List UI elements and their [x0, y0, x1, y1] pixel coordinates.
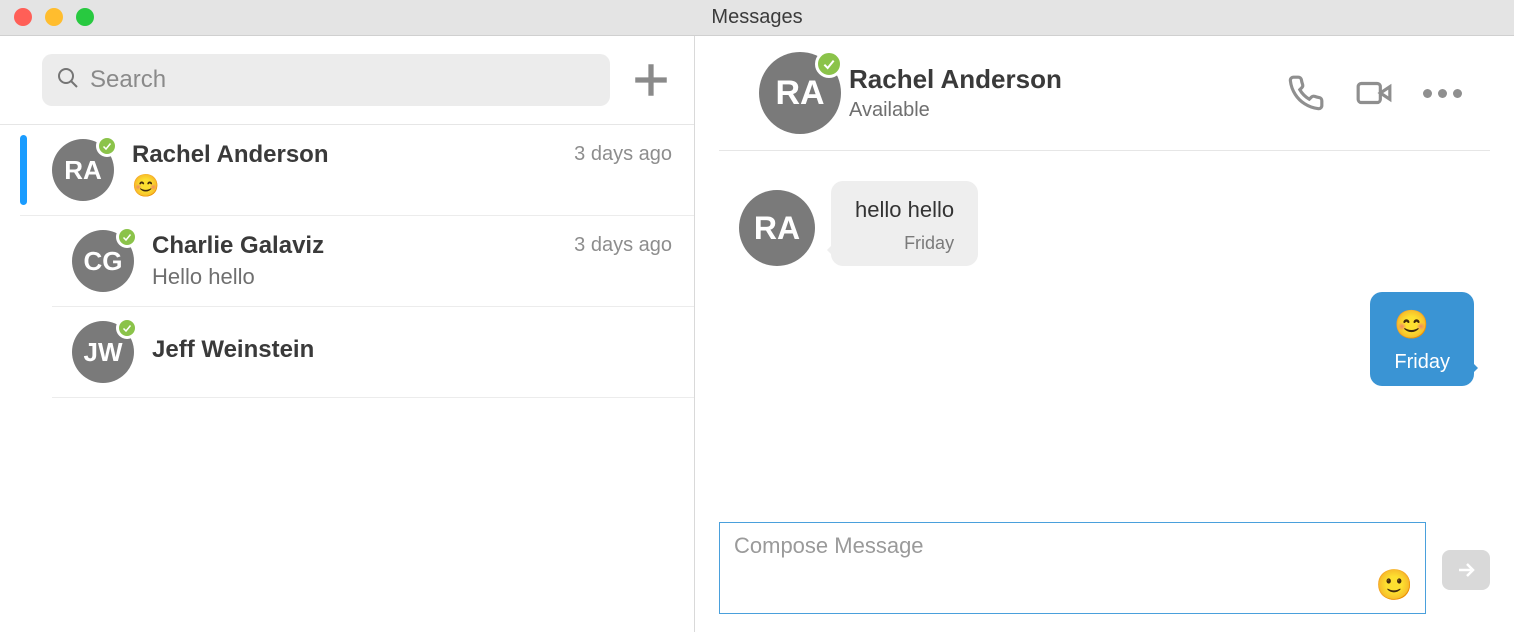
compose-area: 🙂	[695, 522, 1514, 632]
conversation-item[interactable]: CG Charlie Galaviz Hello hello 3 days ag…	[52, 216, 694, 307]
search-field-wrapper[interactable]	[42, 54, 610, 106]
conversation-item[interactable]: RA Rachel Anderson 😊 3 days ago	[20, 125, 694, 216]
presence-available-icon	[96, 135, 118, 157]
phone-icon	[1287, 74, 1325, 112]
avatar-initials: RA	[754, 210, 800, 247]
send-button[interactable]	[1442, 550, 1490, 590]
smiley-icon: 🙂	[1376, 569, 1413, 602]
dot-icon	[1423, 89, 1432, 98]
conversation-preview: 😊	[132, 173, 574, 199]
conversation-list: RA Rachel Anderson 😊 3 days ago CG	[0, 125, 694, 398]
sidebar-header	[0, 36, 694, 125]
avatar-initials: RA	[64, 155, 102, 186]
more-options-button[interactable]	[1423, 89, 1462, 98]
message-bubble-incoming: hello hello Friday	[831, 181, 978, 266]
avatar-initials: RA	[775, 74, 824, 113]
send-arrow-icon	[1454, 558, 1478, 582]
chat-header: RA Rachel Anderson Available	[719, 36, 1490, 151]
conversation-time: 3 days ago	[574, 143, 672, 166]
message-bubble-outgoing: 😊 Friday	[1370, 292, 1474, 386]
voice-call-button[interactable]	[1287, 74, 1325, 112]
close-window-button[interactable]	[14, 8, 32, 26]
maximize-window-button[interactable]	[76, 8, 94, 26]
conversation-preview: Hello hello	[152, 264, 574, 290]
conversation-time: 3 days ago	[574, 234, 672, 257]
avatar: RA	[52, 139, 114, 201]
chat-contact-name: Rachel Anderson	[849, 64, 1281, 95]
window-controls	[14, 8, 94, 26]
message-text: hello hello	[855, 197, 954, 223]
conversation-item[interactable]: JW Jeff Weinstein	[52, 307, 694, 398]
presence-available-icon	[815, 50, 843, 78]
presence-available-icon	[116, 317, 138, 339]
chat-contact-status: Available	[849, 99, 1281, 122]
presence-available-icon	[116, 226, 138, 248]
new-message-button[interactable]	[630, 59, 672, 101]
message-text: 😊	[1394, 308, 1450, 341]
dot-icon	[1453, 89, 1462, 98]
video-icon	[1355, 74, 1393, 112]
dot-icon	[1438, 89, 1447, 98]
search-icon	[56, 66, 80, 95]
avatar-initials: CG	[84, 246, 123, 277]
video-call-button[interactable]	[1355, 74, 1393, 112]
message-row-outgoing: 😊 Friday	[739, 292, 1474, 386]
message-time: Friday	[1394, 351, 1450, 374]
message-time: Friday	[855, 233, 954, 254]
message-list: RA hello hello Friday 😊 Friday	[695, 151, 1514, 522]
search-input[interactable]	[90, 66, 596, 94]
conversation-name: Charlie Galaviz	[152, 232, 574, 260]
window-title: Messages	[711, 6, 802, 29]
compose-input[interactable]	[734, 533, 1343, 559]
window-titlebar: Messages	[0, 0, 1514, 36]
conversation-name: Rachel Anderson	[132, 141, 574, 169]
avatar: JW	[72, 321, 134, 383]
message-avatar: RA	[739, 190, 815, 266]
minimize-window-button[interactable]	[45, 8, 63, 26]
avatar: CG	[72, 230, 134, 292]
chat-avatar: RA	[759, 52, 841, 134]
emoji-picker-button[interactable]: 🙂	[1376, 571, 1413, 601]
compose-box[interactable]: 🙂	[719, 522, 1426, 614]
message-row-incoming: RA hello hello Friday	[739, 181, 1474, 266]
sidebar: RA Rachel Anderson 😊 3 days ago CG	[0, 36, 695, 632]
conversation-name: Jeff Weinstein	[152, 336, 672, 364]
chat-pane: RA Rachel Anderson Available	[695, 36, 1514, 632]
avatar-initials: JW	[84, 337, 123, 368]
